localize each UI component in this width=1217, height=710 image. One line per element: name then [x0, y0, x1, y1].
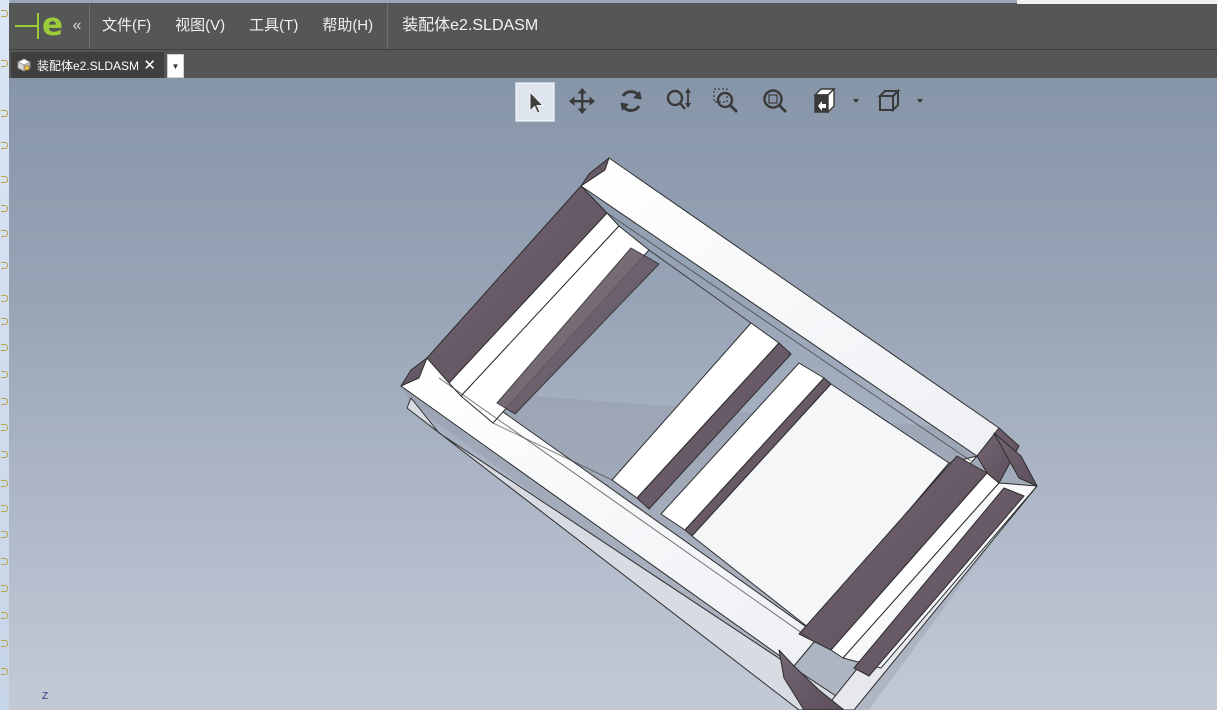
axis-triad: Z: [42, 691, 48, 702]
app-logo[interactable]: e: [9, 3, 65, 49]
background-window-edge-top: [1017, 0, 1217, 4]
assembly-icon: [17, 58, 31, 72]
menu-tools[interactable]: 工具(T): [237, 3, 310, 49]
menu-view[interactable]: 视图(V): [163, 3, 237, 49]
tab-bar: 装配体e2.SLDASM ✕ ▼: [9, 49, 1217, 79]
collapse-chevron-icon[interactable]: «: [65, 3, 90, 49]
document-title: 装配体e2.SLDASM: [402, 17, 539, 34]
tab-close-icon[interactable]: ✕: [143, 56, 156, 74]
3d-viewport[interactable]: Z: [9, 78, 1217, 710]
tab-document[interactable]: 装配体e2.SLDASM ✕: [11, 52, 164, 78]
axis-z-label: Z: [42, 691, 49, 702]
app-window: e « 文件(F) 视图(V) 工具(T) 帮助(H) 装配体e2.SLDASM…: [0, 0, 1217, 710]
menu-bar: e « 文件(F) 视图(V) 工具(T) 帮助(H) 装配体e2.SLDASM: [9, 0, 1217, 49]
menu-file[interactable]: 文件(F): [90, 3, 163, 49]
tab-label: 装配体e2.SLDASM: [37, 58, 140, 73]
tab-list-dropdown-icon[interactable]: ▼: [167, 54, 184, 78]
menu-help[interactable]: 帮助(H): [310, 3, 385, 49]
assembly-model[interactable]: [9, 78, 1217, 710]
